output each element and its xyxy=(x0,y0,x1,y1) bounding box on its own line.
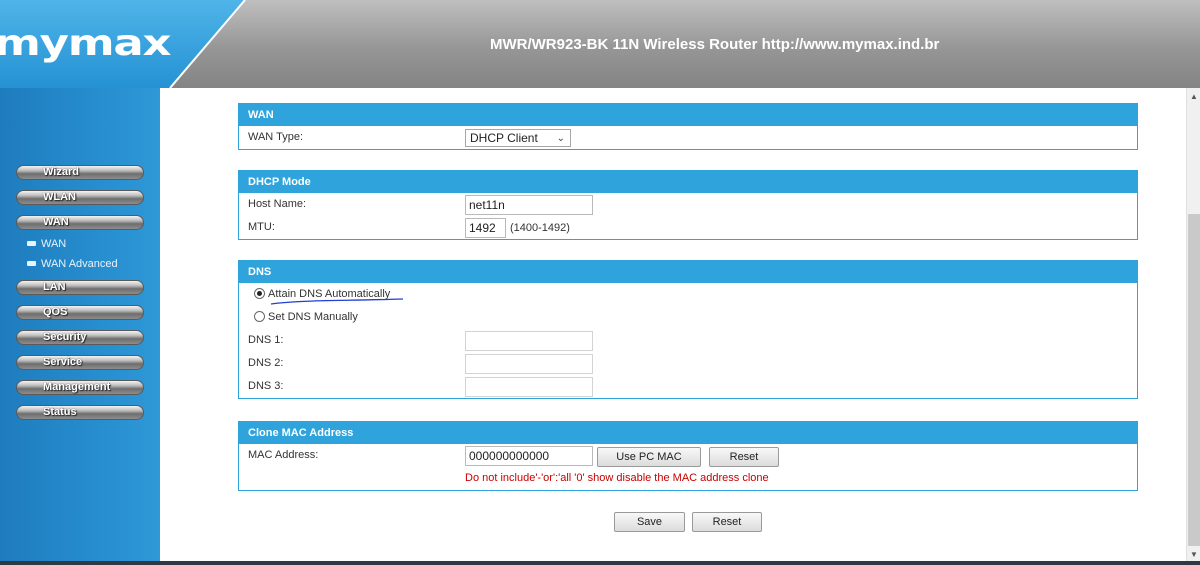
page-title: MWR/WR923-BK 11N Wireless Router http://… xyxy=(490,36,940,53)
dns-panel-heading: DNS xyxy=(239,261,1137,283)
mtu-row: MTU: 1492 (1400-1492) xyxy=(239,216,1137,239)
host-name-label: Host Name: xyxy=(248,198,307,210)
mac-address-input[interactable]: 000000000000 xyxy=(465,446,593,466)
sidebar-item-status[interactable]: Status xyxy=(16,405,144,420)
vertical-scrollbar[interactable]: ▲ ▼ xyxy=(1186,88,1200,565)
dns1-row: DNS 1: xyxy=(239,329,1137,352)
mtu-input[interactable]: 1492 xyxy=(465,218,506,238)
dhcp-panel: DHCP Mode Host Name: net11n MTU: 1492 (1… xyxy=(238,170,1138,240)
dns-auto-radio[interactable] xyxy=(254,288,265,299)
dns-panel: DNS Attain DNS Automatically Set DNS Man… xyxy=(238,260,1138,399)
dns2-row: DNS 2: xyxy=(239,352,1137,375)
clone-mac-panel: Clone MAC Address MAC Address: 000000000… xyxy=(238,421,1138,491)
sidebar-item-wizard[interactable]: Wizard xyxy=(16,165,144,180)
host-name-input[interactable]: net11n xyxy=(465,195,593,215)
dns1-label: DNS 1: xyxy=(248,334,284,346)
dns-manual-label[interactable]: Set DNS Manually xyxy=(268,311,358,323)
mac-clone-warning: Do not include'-'or':'all '0' show disab… xyxy=(465,472,769,484)
sidebar-item-lan[interactable]: LAN xyxy=(16,280,144,295)
sidebar-item-service[interactable]: Service xyxy=(16,355,144,370)
dns3-input[interactable] xyxy=(465,377,593,397)
dns2-label: DNS 2: xyxy=(248,357,284,369)
scroll-up-icon[interactable]: ▲ xyxy=(1187,90,1200,104)
mac-warning-row: Do not include'-'or':'all '0' show disab… xyxy=(239,467,1137,490)
sidebar-item-security[interactable]: Security xyxy=(16,330,144,345)
wan-type-label: WAN Type: xyxy=(248,131,304,143)
dns-manual-row: Set DNS Manually xyxy=(239,306,1137,329)
sidebar-item-qos[interactable]: QOS xyxy=(16,305,144,320)
reset-button[interactable]: Reset xyxy=(692,512,762,532)
dns-manual-radio[interactable] xyxy=(254,311,265,322)
sidebar-subitem-wan-advanced[interactable]: WAN Advanced xyxy=(25,257,146,271)
dns2-input[interactable] xyxy=(465,354,593,374)
scroll-thumb[interactable] xyxy=(1188,214,1200,546)
chevron-down-icon: ⌄ xyxy=(556,133,565,144)
annotation-underline xyxy=(270,298,404,305)
wan-type-row: WAN Type: DHCP Client ⌄ xyxy=(239,126,1137,149)
clone-mac-panel-heading: Clone MAC Address xyxy=(239,422,1137,444)
host-name-row: Host Name: net11n xyxy=(239,193,1137,216)
sidebar-item-wan[interactable]: WAN xyxy=(16,215,144,230)
sidebar-subitem-label: WAN xyxy=(41,238,67,250)
sidebar-item-management[interactable]: Management xyxy=(16,380,144,395)
dns1-input[interactable] xyxy=(465,331,593,351)
wan-panel: WAN WAN Type: DHCP Client ⌄ xyxy=(238,103,1138,150)
wan-type-select[interactable]: DHCP Client ⌄ xyxy=(465,129,571,147)
mtu-label: MTU: xyxy=(248,221,275,233)
scroll-down-icon[interactable]: ▼ xyxy=(1187,548,1200,562)
sidebar-item-wlan[interactable]: WLAN xyxy=(16,190,144,205)
dhcp-panel-heading: DHCP Mode xyxy=(239,171,1137,193)
dns-auto-row: Attain DNS Automatically xyxy=(239,283,1137,306)
sidebar-menu: Wizard WLAN WAN WAN WAN Advanced LAN QOS… xyxy=(16,165,146,430)
mtu-range-hint: (1400-1492) xyxy=(510,222,570,234)
use-pc-mac-button[interactable]: Use PC MAC xyxy=(597,447,701,467)
bullet-icon xyxy=(27,261,36,266)
mac-address-label: MAC Address: xyxy=(248,449,319,461)
sidebar-subitem-wan[interactable]: WAN xyxy=(25,237,146,251)
mac-address-row: MAC Address: 000000000000 Use PC MAC Res… xyxy=(239,444,1137,467)
bullet-icon xyxy=(27,241,36,246)
mymax-logo: mymax xyxy=(0,23,172,64)
wan-type-value: DHCP Client xyxy=(470,131,538,145)
mac-reset-button[interactable]: Reset xyxy=(709,447,779,467)
save-button[interactable]: Save xyxy=(614,512,685,532)
taskbar-strip xyxy=(0,561,1200,565)
sidebar-subitem-label: WAN Advanced xyxy=(41,258,118,270)
dns3-label: DNS 3: xyxy=(248,380,284,392)
wan-panel-heading: WAN xyxy=(239,104,1137,126)
dns3-row: DNS 3: xyxy=(239,375,1137,398)
